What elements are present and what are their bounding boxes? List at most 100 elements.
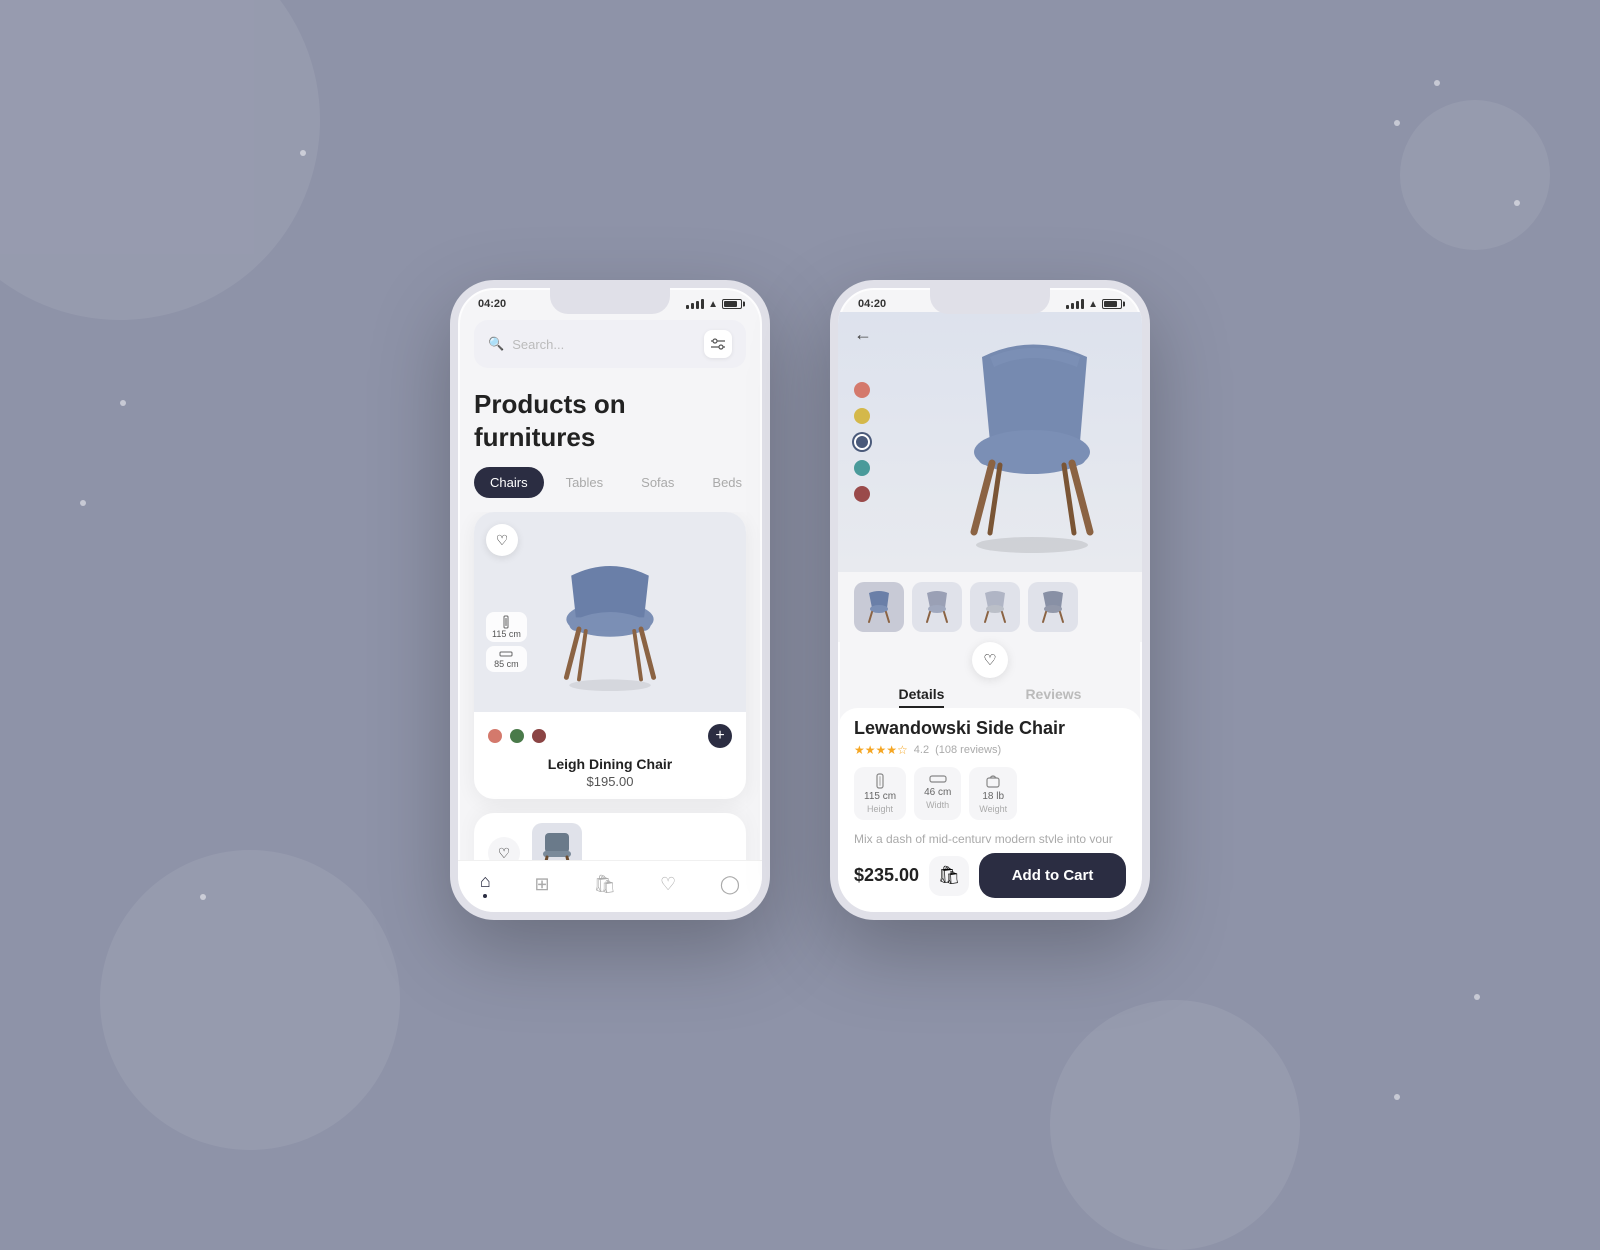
- decorative-dot: [120, 400, 126, 406]
- back-button[interactable]: ←: [854, 324, 872, 345]
- grid-icon: ⊞: [535, 874, 550, 895]
- favorite-button-2[interactable]: ♡: [488, 837, 520, 860]
- category-tab-sofas[interactable]: Sofas: [625, 467, 690, 498]
- product-info-1: + Leigh Dining Chair $195.00: [474, 712, 746, 799]
- product-detail-title: Lewandowski Side Chair: [854, 718, 1126, 739]
- thumbnail-4[interactable]: [1028, 582, 1078, 632]
- page-title: Products on furnitures: [458, 380, 762, 467]
- rating-row: ★★★★☆ 4.2 (108 reviews): [854, 743, 1126, 757]
- nav-favorites[interactable]: ♡: [660, 874, 676, 895]
- tab-details[interactable]: Details: [899, 682, 945, 708]
- product-card-1: ♡ 115 cm: [474, 512, 746, 799]
- category-tabs: Chairs Tables Sofas Beds: [458, 467, 762, 512]
- bag-icon: 🛍: [593, 874, 616, 895]
- decorative-dot: [1434, 80, 1440, 86]
- product-price-1: $195.00: [488, 774, 732, 789]
- notch-2: [930, 288, 1050, 314]
- search-icon: 🔍: [488, 336, 504, 352]
- product-detail-price: $235.00: [854, 865, 919, 886]
- decorative-dot: [1394, 120, 1400, 126]
- height-badge: 115 cm: [486, 612, 527, 642]
- nav-profile[interactable]: ◯: [720, 874, 740, 895]
- spec-width: 46 cm Width: [914, 767, 961, 820]
- chair-image-1: [540, 532, 680, 692]
- category-tab-beds[interactable]: Beds: [696, 467, 758, 498]
- color-selector-1: +: [488, 724, 732, 748]
- bg-decoration-2: [100, 850, 400, 1150]
- spec-width-label: Width: [924, 800, 951, 810]
- time-display-1: 04:20: [478, 298, 506, 310]
- color-dot-green[interactable]: [510, 729, 524, 743]
- color-option-2[interactable]: [854, 408, 870, 424]
- add-to-cart-button[interactable]: Add to Cart: [979, 853, 1126, 898]
- wifi-icon: ▲: [708, 299, 718, 310]
- wifi-icon-2: ▲: [1088, 299, 1098, 310]
- product-card-peek: ♡: [474, 813, 746, 860]
- color-option-4[interactable]: [854, 460, 870, 476]
- color-option-5[interactable]: [854, 486, 870, 502]
- battery-icon-2: [1102, 299, 1122, 309]
- phone-2: 04:20 ▲ ←: [830, 280, 1150, 920]
- status-icons-1: ▲: [686, 299, 742, 310]
- signal-icon: [686, 299, 704, 309]
- detail-content-area: Lewandowski Side Chair ★★★★☆ 4.2 (108 re…: [838, 708, 1142, 843]
- bottom-navigation: ⌂ ⊞ 🛍 ♡ ◯: [458, 860, 762, 912]
- detail-bottom-bar: $235.00 🛍 Add to Cart: [838, 843, 1142, 912]
- decorative-dot: [1514, 200, 1520, 206]
- spec-height: 115 cm Height: [854, 767, 906, 820]
- nav-bag[interactable]: 🛍: [593, 874, 616, 895]
- color-dot-brown[interactable]: [532, 729, 546, 743]
- decorative-dot: [1394, 1094, 1400, 1100]
- product-image-area-1: ♡ 115 cm: [474, 512, 746, 712]
- specs-row: 115 cm Height 46 cm Width: [854, 767, 1126, 820]
- nav-home[interactable]: ⌂: [480, 871, 491, 898]
- products-list: ♡ 115 cm: [458, 512, 762, 860]
- product-description: Mix a dash of mid-century modern style i…: [854, 830, 1126, 843]
- filter-button[interactable]: [704, 330, 732, 358]
- thumbnail-2[interactable]: [912, 582, 962, 632]
- color-option-3[interactable]: [854, 434, 870, 450]
- color-picker: [854, 382, 870, 502]
- favorite-button-1[interactable]: ♡: [486, 524, 518, 556]
- product-image-2: [532, 823, 582, 860]
- bg-decoration-4: [1400, 100, 1550, 250]
- detail-image-area: ←: [838, 312, 1142, 572]
- cart-icon-button[interactable]: 🛍: [929, 856, 969, 896]
- thumbnail-3[interactable]: [970, 582, 1020, 632]
- category-tab-chairs[interactable]: Chairs: [474, 467, 544, 498]
- favorite-button-detail[interactable]: ♡: [972, 642, 1008, 678]
- color-option-1[interactable]: [854, 382, 870, 398]
- heart-icon: ♡: [660, 874, 676, 895]
- home-icon: ⌂: [480, 871, 491, 892]
- decorative-dot: [300, 150, 306, 156]
- phones-container: 04:20 ▲ 🔍 Search...: [450, 280, 1150, 920]
- category-tab-tables[interactable]: Tables: [550, 467, 620, 498]
- nav-active-indicator: [483, 894, 487, 898]
- status-icons-2: ▲: [1066, 299, 1122, 310]
- tab-reviews[interactable]: Reviews: [1025, 682, 1081, 708]
- bg-decoration-3: [1050, 1000, 1300, 1250]
- search-input[interactable]: Search...: [512, 337, 696, 352]
- phone-1-content: 🔍 Search... Products on furnitures: [458, 312, 762, 912]
- phone-1: 04:20 ▲ 🔍 Search...: [450, 280, 770, 920]
- search-bar[interactable]: 🔍 Search...: [474, 320, 746, 368]
- dimension-badges: 115 cm 85 cm: [486, 612, 527, 672]
- detail-chair-image: [942, 327, 1122, 557]
- decorative-dot: [80, 500, 86, 506]
- product-name-1: Leigh Dining Chair: [488, 756, 732, 772]
- decorative-dot: [1474, 994, 1480, 1000]
- battery-icon: [722, 299, 742, 309]
- user-icon: ◯: [720, 874, 740, 895]
- add-color-button[interactable]: +: [708, 724, 732, 748]
- review-count: (108 reviews): [935, 744, 1001, 756]
- color-dot-red[interactable]: [488, 729, 502, 743]
- favorite-center-area: ♡: [838, 642, 1142, 678]
- nav-grid[interactable]: ⊞: [535, 874, 550, 895]
- spec-weight-label: Weight: [979, 804, 1007, 814]
- time-display-2: 04:20: [858, 298, 886, 310]
- spec-weight: 18 lb Weight: [969, 767, 1017, 820]
- decorative-dot: [200, 894, 206, 900]
- thumbnail-1[interactable]: [854, 582, 904, 632]
- thumbnail-row: [838, 572, 1142, 642]
- phone-2-content: ←: [838, 312, 1142, 912]
